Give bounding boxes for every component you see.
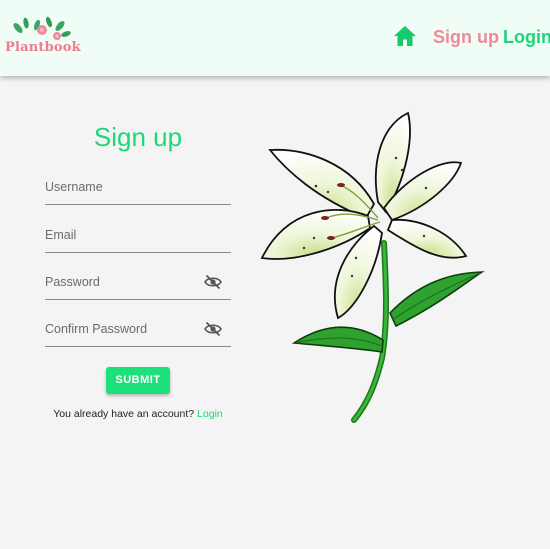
lily-flower-illustration <box>256 108 488 424</box>
eye-off-icon <box>204 274 222 290</box>
email-label: Email <box>45 228 77 242</box>
nav-signup-link[interactable]: Sign up <box>433 27 499 48</box>
confirm-password-label: Confirm Password <box>45 322 148 336</box>
password-visibility-toggle[interactable] <box>204 274 222 290</box>
plantbook-logo[interactable]: Plantbook <box>4 14 81 58</box>
submit-button[interactable]: SUBMIT <box>106 367 170 394</box>
username-field[interactable]: Username <box>45 180 231 205</box>
eye-off-icon <box>204 321 222 337</box>
home-icon <box>394 26 416 46</box>
username-label: Username <box>45 180 103 194</box>
signup-page: Plantbook Sign up Login Sign up Username… <box>0 0 550 549</box>
lily-illustration-svg <box>260 111 485 423</box>
login-prompt: You already have an account? Login <box>45 408 231 420</box>
confirm-password-field[interactable]: Confirm Password <box>45 321 231 347</box>
password-label: Password <box>45 275 100 289</box>
login-prompt-text: You already have an account? <box>53 408 195 420</box>
password-field[interactable]: Password <box>45 274 231 300</box>
confirm-password-visibility-toggle[interactable] <box>204 321 222 337</box>
nav-login-link[interactable]: Login <box>503 27 550 48</box>
form-title: Sign up <box>93 122 183 152</box>
home-button[interactable] <box>393 25 417 47</box>
email-field[interactable]: Email <box>45 228 231 253</box>
login-link[interactable]: Login <box>197 408 223 420</box>
top-navbar: Plantbook Sign up Login <box>0 0 550 76</box>
logo-text: Plantbook <box>5 40 81 55</box>
